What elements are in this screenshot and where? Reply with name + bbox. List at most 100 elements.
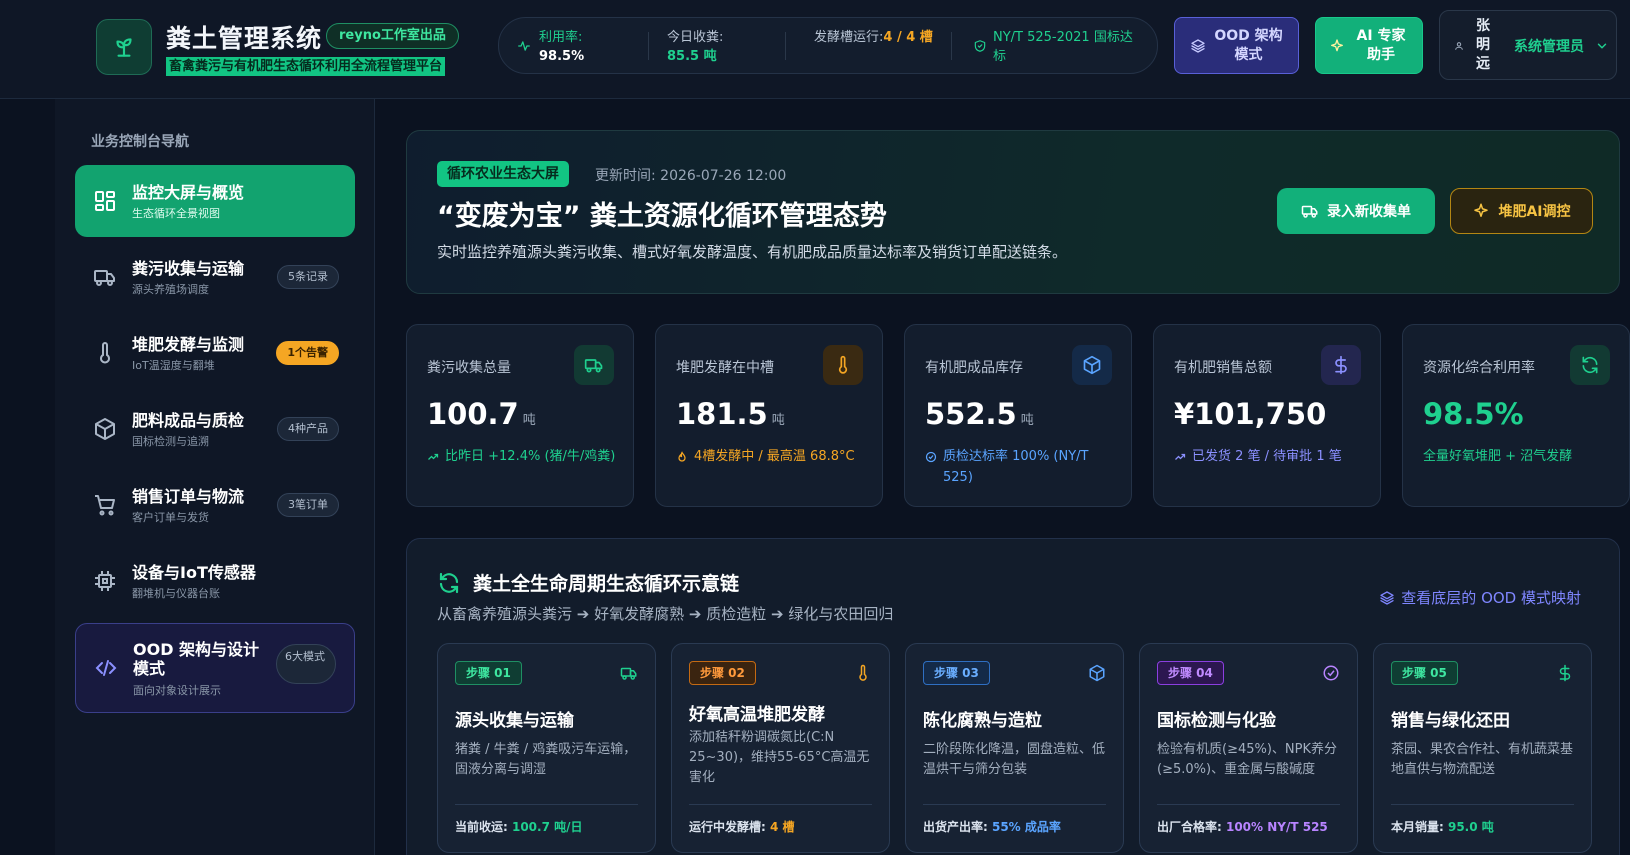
sidebar-item-title: OOD 架构与设计模式 bbox=[133, 640, 260, 678]
cart-icon bbox=[95, 495, 115, 516]
alert-badge: 1个告警 bbox=[276, 341, 339, 365]
step-footer: 当前收运: 100.7 吨/日 bbox=[455, 818, 583, 835]
chevron-down-icon bbox=[1597, 43, 1607, 49]
step-footer: 出货产出率: 55% 成品率 bbox=[923, 818, 1061, 835]
step-tag: 步骤 02 bbox=[689, 661, 756, 685]
step-footer-value: 100.7 吨/日 bbox=[511, 820, 583, 834]
kpi-subtext: 比昨日 +12.4% (猪/牛/鸡粪) bbox=[445, 449, 616, 464]
user-menu[interactable]: 张明远 系统管理员 bbox=[1439, 10, 1617, 80]
flame-icon bbox=[678, 451, 686, 462]
divider bbox=[689, 804, 872, 805]
step-tag: 步骤 05 bbox=[1391, 661, 1458, 685]
box-icon bbox=[1089, 664, 1105, 682]
thermometer-icon bbox=[838, 355, 848, 374]
update-time: 更新时间: 2026-07-26 12:00 bbox=[595, 168, 787, 184]
button-label: 录入新收集单 bbox=[1327, 204, 1411, 220]
sidebar-item-subtitle: 面向对象设计展示 bbox=[133, 684, 221, 697]
sidebar-item-compost[interactable]: 堆肥发酵与监测 IoT温湿度与翻堆 1个告警 bbox=[75, 317, 355, 389]
count-badge: 5条记录 bbox=[277, 265, 339, 289]
step-tag: 步骤 03 bbox=[923, 661, 990, 685]
box-icon bbox=[95, 418, 115, 440]
user-role: 系统管理员 bbox=[1514, 39, 1584, 55]
lifecycle-subtitle: 从畜禽养殖源头粪污 ➔ 好氧发酵腐熟 ➔ 质检造粒 ➔ 绿化与农田回归 bbox=[437, 605, 894, 623]
sidebar: 业务控制台导航 监控大屏与概览 生态循环全景视图 粪污收集与运输 源头养殖场调度… bbox=[55, 99, 375, 855]
kpi-icon-box bbox=[1570, 345, 1610, 385]
step-footer: 本月销量: 95.0 吨 bbox=[1391, 818, 1494, 835]
sparkle-icon bbox=[1331, 38, 1343, 51]
trend-up-icon bbox=[1175, 453, 1186, 460]
step-description: 检验有机质(≥45%)、NPK养分(≥5.0%)、重金属与酸碱度 bbox=[1157, 742, 1338, 777]
sidebar-item-orders[interactable]: 销售订单与物流 客户订单与发货 3笔订单 bbox=[75, 469, 355, 541]
step-footer-value: 95.0 吨 bbox=[1447, 820, 1494, 834]
check-circle-icon bbox=[925, 451, 937, 463]
app-logo bbox=[96, 19, 152, 75]
lifecycle-panel: 粪土全生命周期生态循环示意链 从畜禽养殖源头粪污 ➔ 好氧发酵腐熟 ➔ 质检造粒… bbox=[406, 538, 1620, 855]
truck-icon bbox=[620, 667, 637, 680]
kpi-subtext: 4槽发酵中 / 最高温 68.8°C bbox=[694, 449, 855, 464]
lifecycle-step-2[interactable]: 步骤 02 好氧高温堆肥发酵 添加秸秆粉调碳氮比(C:N 25~30)，维持55… bbox=[671, 643, 890, 853]
studio-badge: reyno工作室出品 bbox=[326, 23, 459, 49]
dashboard-icon bbox=[95, 191, 115, 211]
cpu-icon bbox=[95, 571, 115, 591]
compost-ai-button[interactable]: 堆肥AI调控 bbox=[1450, 188, 1593, 234]
sidebar-item-devices[interactable]: 设备与IoT传感器 翻堆机与仪器台账 bbox=[75, 545, 355, 617]
step-description: 二阶段陈化降温，圆盘造粒、低温烘干与筛分包装 bbox=[923, 742, 1106, 777]
app-subtitle: 畜禽粪污与有机肥生态循环利用全流程管理平台 bbox=[166, 57, 446, 76]
sidebar-item-title: 粪污收集与运输 bbox=[132, 259, 245, 278]
kpi-unit: 吨 bbox=[771, 413, 785, 428]
lifecycle-step-4[interactable]: 步骤 04 国标检测与化验 检验有机质(≥45%)、NPK养分(≥5.0%)、重… bbox=[1139, 643, 1358, 853]
step-title: 源头收集与运输 bbox=[455, 711, 574, 731]
kpi-number: ¥101,750 bbox=[1174, 397, 1327, 431]
dollar-icon bbox=[1559, 664, 1571, 682]
nav-heading: 业务控制台导航 bbox=[91, 134, 189, 150]
hero-description: 实时监控养殖源头粪污收集、槽式好氧发酵温度、有机肥成品质量达标率及销货订单配送链… bbox=[437, 243, 1068, 261]
kpi-label: 资源化综合利用率 bbox=[1423, 360, 1535, 376]
kpi-label: 粪污收集总量 bbox=[427, 360, 511, 376]
step-description: 猪粪 / 牛粪 / 鸡粪吸污车运输，固液分离与调湿 bbox=[455, 742, 637, 777]
sidebar-item-title: 设备与IoT传感器 bbox=[132, 563, 256, 582]
hero-tag: 循环农业生态大屏 bbox=[437, 161, 569, 187]
kpi-label: 有机肥销售总额 bbox=[1174, 360, 1272, 376]
lifecycle-step-1[interactable]: 步骤 01 源头收集与运输 猪粪 / 牛粪 / 鸡粪吸污车运输，固液分离与调湿 … bbox=[437, 643, 656, 853]
kpi-number: 100.7 bbox=[427, 397, 519, 431]
add-collection-button[interactable]: 录入新收集单 bbox=[1277, 188, 1435, 234]
step-title: 好氧高温堆肥发酵 bbox=[689, 705, 825, 725]
lifecycle-step-3[interactable]: 步骤 03 陈化腐熟与造粒 二阶段陈化降温，圆盘造粒、低温烘干与筛分包装 出货产… bbox=[905, 643, 1124, 853]
divider bbox=[1391, 804, 1574, 805]
stat-label: 今日收粪: bbox=[667, 30, 724, 45]
ai-assistant-button[interactable]: AI 专家助手 bbox=[1315, 17, 1423, 74]
shield-check-icon bbox=[974, 40, 986, 52]
ood-mode-button[interactable]: OOD 架构模式 bbox=[1174, 17, 1299, 74]
step-footer-label: 本月销量: bbox=[1391, 820, 1448, 834]
sidebar-item-collection[interactable]: 粪污收集与运输 源头养殖场调度 5条记录 bbox=[75, 241, 355, 313]
lifecycle-step-5[interactable]: 步骤 05 销售与绿化还田 茶园、果农合作社、有机蔬菜基地直供与物流配送 本月销… bbox=[1373, 643, 1592, 853]
sidebar-item-title: 堆肥发酵与监测 bbox=[132, 335, 245, 354]
sidebar-item-dashboard[interactable]: 监控大屏与概览 生态循环全景视图 bbox=[75, 165, 355, 237]
kpi-subtext: 质检达标率 100% (NY/T 525) bbox=[943, 449, 1089, 485]
step-footer-value: 55% 成品率 bbox=[991, 820, 1061, 834]
kpi-card-inventory: 有机肥成品库存 552.5 吨 质检达标率 100% (NY/T 525) bbox=[904, 324, 1132, 507]
kpi-number: 98.5% bbox=[1423, 397, 1524, 431]
kpi-trend: 已发货 2 笔 / 待审批 1 笔 bbox=[1174, 446, 1370, 467]
sidebar-item-subtitle: IoT温湿度与翻堆 bbox=[132, 359, 215, 372]
ood-button-label: OOD 架构模式 bbox=[1214, 27, 1283, 63]
top-header: 粪土管理系统 reyno工作室出品 畜禽粪污与有机肥生态循环利用全流程管理平台 … bbox=[0, 0, 1630, 99]
kpi-number: 552.5 bbox=[925, 397, 1017, 431]
kpi-label: 有机肥成品库存 bbox=[925, 360, 1023, 376]
sidebar-item-ood[interactable]: OOD 架构与设计模式 面向对象设计展示 6大模式 bbox=[75, 623, 355, 713]
truck-icon bbox=[94, 270, 115, 286]
sidebar-item-products[interactable]: 肥料成品与质检 国标检测与追溯 4种产品 bbox=[75, 393, 355, 465]
button-label: 堆肥AI调控 bbox=[1498, 204, 1571, 220]
divider bbox=[923, 804, 1106, 805]
divider bbox=[648, 32, 649, 60]
kpi-trend: 4槽发酵中 / 最高温 68.8°C bbox=[676, 446, 872, 467]
sidebar-item-subtitle: 翻堆机与仪器台账 bbox=[132, 587, 220, 600]
step-footer-label: 当前收运: bbox=[455, 820, 512, 834]
kpi-trend: 全量好氧堆肥 + 沼气发酵 bbox=[1423, 446, 1619, 467]
ood-mapping-link[interactable]: 查看底层的 OOD 模式映射 bbox=[1379, 587, 1581, 608]
step-footer-label: 运行中发酵槽: bbox=[689, 820, 770, 834]
step-description: 茶园、果农合作社、有机蔬菜基地直供与物流配送 bbox=[1391, 742, 1574, 777]
stat-value: 98.5% bbox=[539, 49, 585, 64]
cycle-icon bbox=[1582, 356, 1598, 374]
kpi-trend: 比昨日 +12.4% (猪/牛/鸡粪) bbox=[427, 446, 623, 467]
